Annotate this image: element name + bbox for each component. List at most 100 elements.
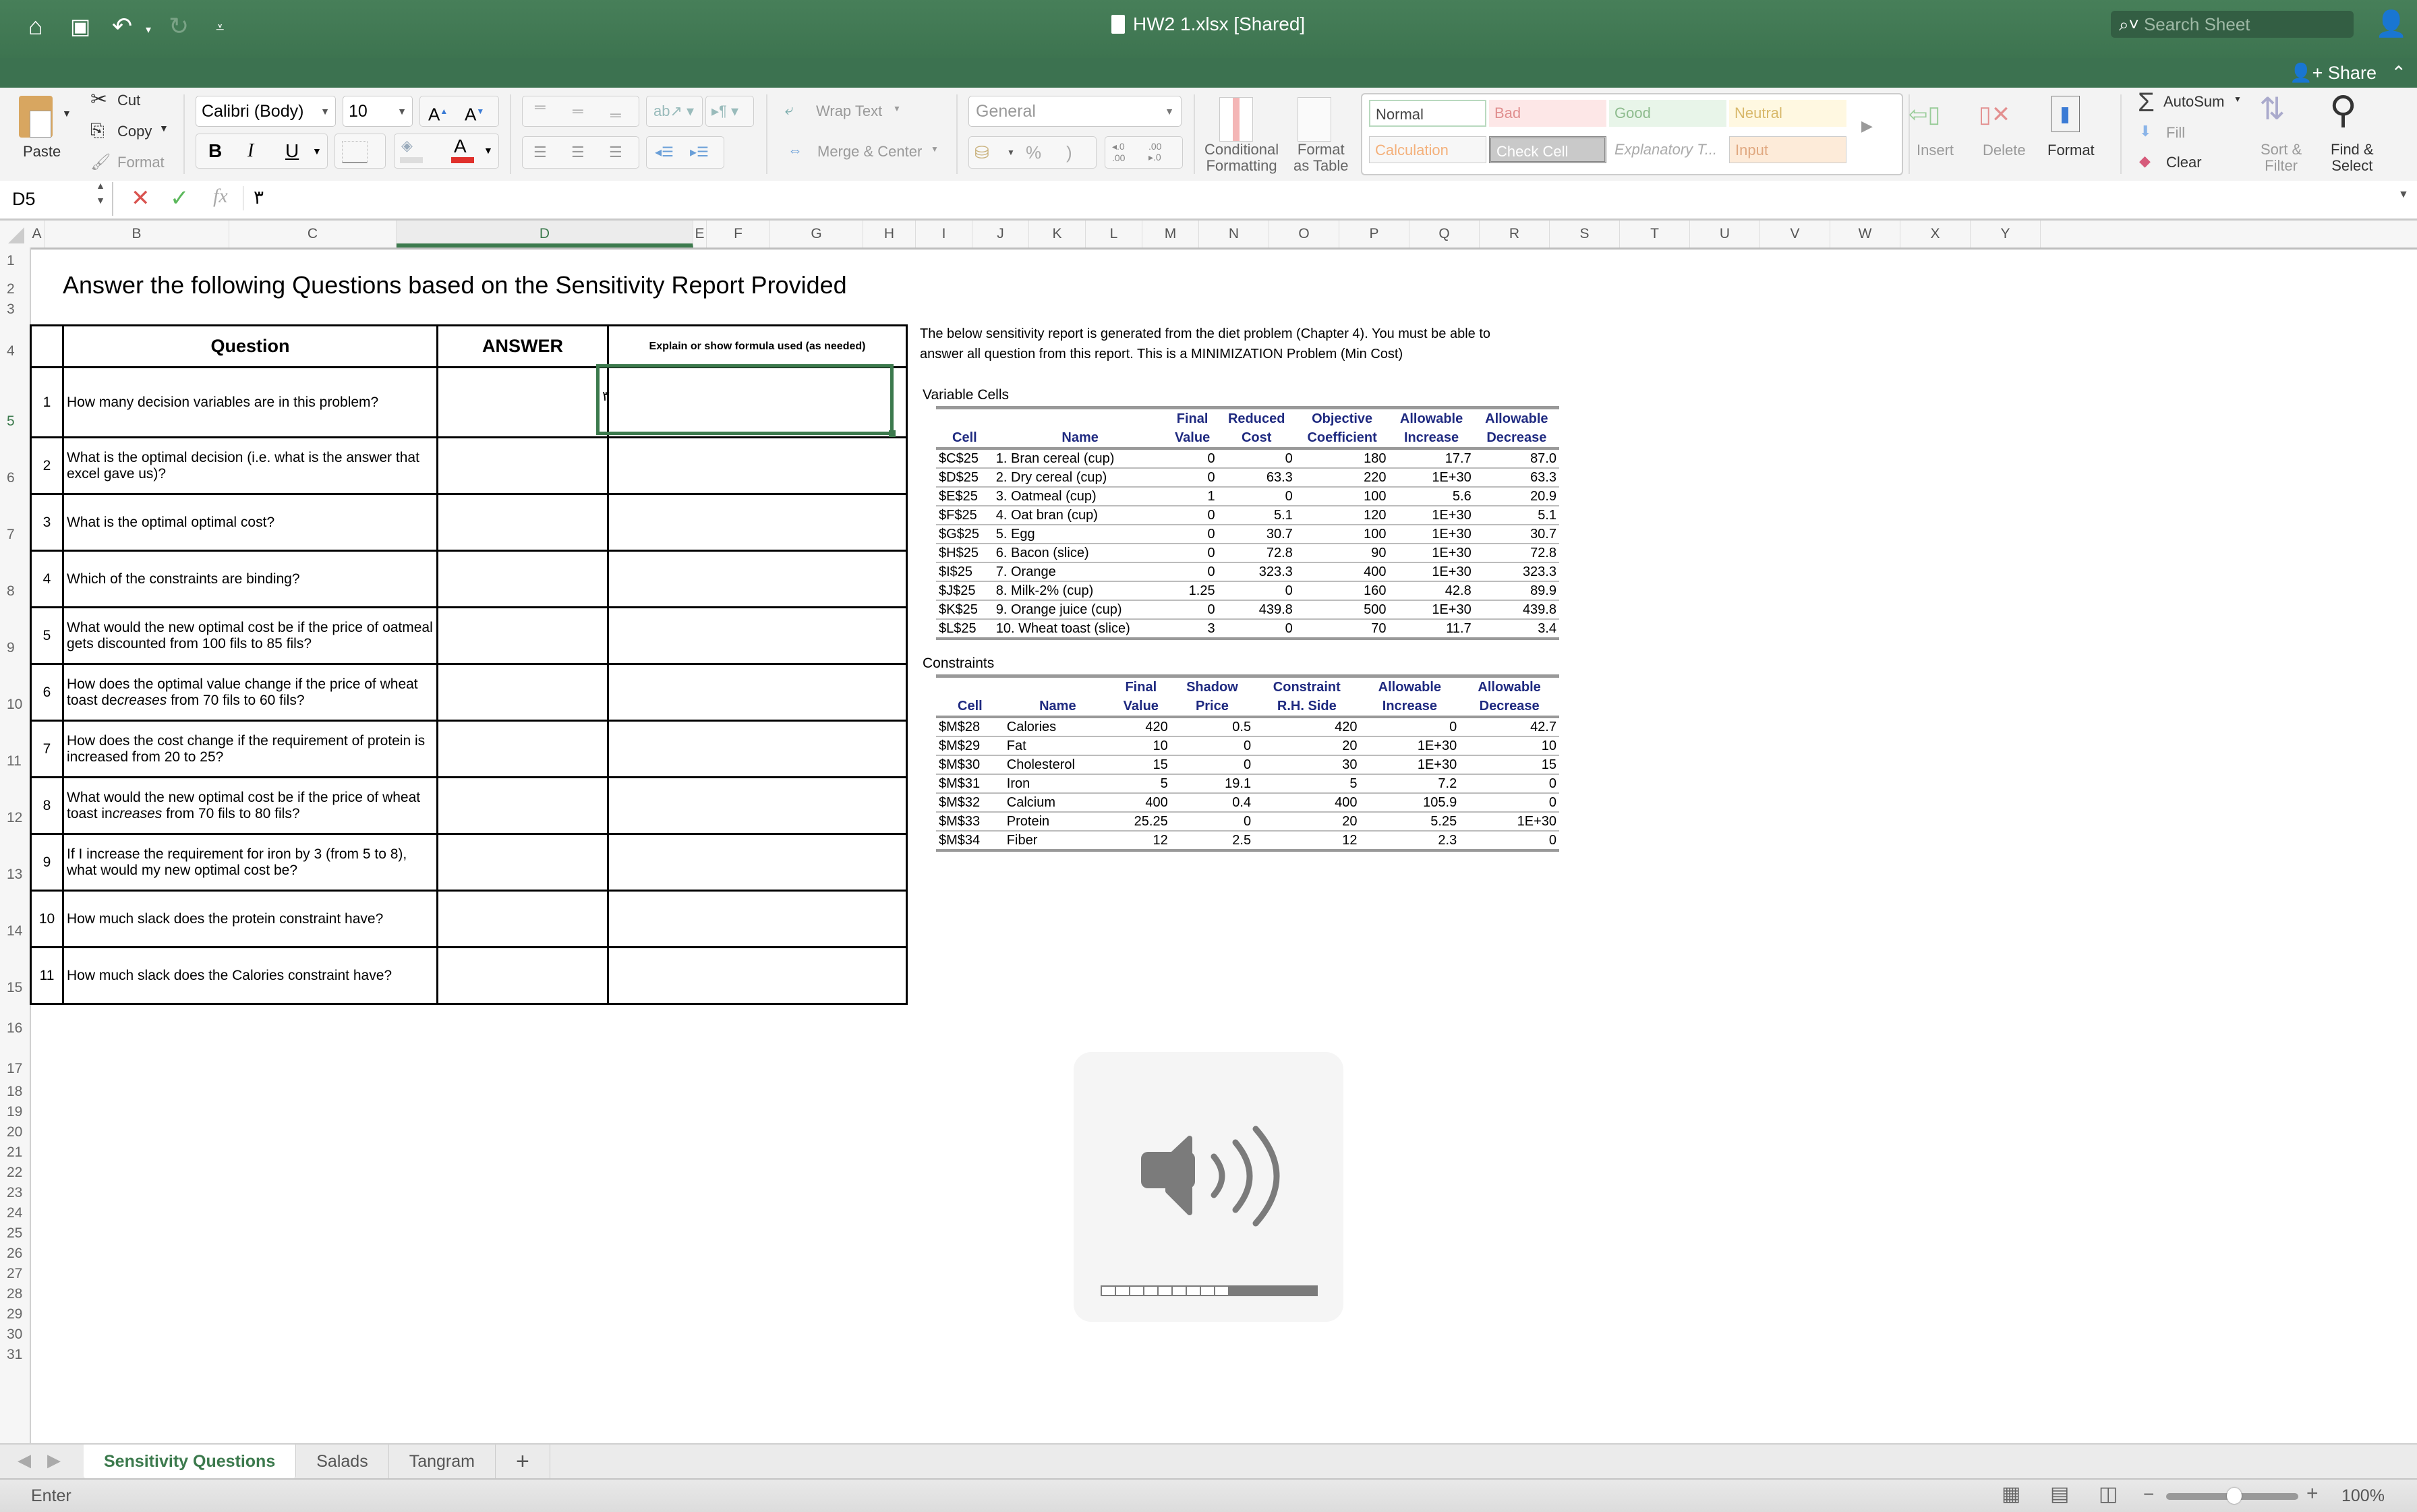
zoom-slider[interactable] bbox=[2166, 1488, 2298, 1504]
cell-style-good[interactable]: Good bbox=[1609, 100, 1726, 127]
styles-more-arrow-icon[interactable]: ▶ bbox=[1861, 117, 1873, 135]
autosum-button[interactable]: AutoSum bbox=[2163, 93, 2225, 111]
save-icon[interactable]: ▣ bbox=[70, 13, 90, 39]
row-header-17[interactable]: 17 bbox=[0, 1061, 30, 1078]
merge-dropdown-icon[interactable]: ▼ bbox=[931, 144, 939, 154]
sort-filter-button[interactable]: Sort & Filter bbox=[2261, 142, 2302, 174]
answer-cell[interactable] bbox=[436, 436, 609, 495]
orientation-button[interactable]: ab↗ ▾ bbox=[646, 96, 703, 127]
question-text[interactable]: What would the new optimal cost be if th… bbox=[62, 606, 438, 665]
row-header-16[interactable]: 16 bbox=[0, 1020, 30, 1038]
format-as-table-button[interactable]: Format as Table bbox=[1293, 142, 1349, 174]
accounting-format-icon[interactable]: ⛁ bbox=[974, 137, 989, 168]
align-center-icon[interactable]: ☰ bbox=[571, 137, 585, 168]
previous-sheet-icon[interactable]: ◀ bbox=[18, 1450, 31, 1471]
zoom-out-button[interactable]: − bbox=[2143, 1484, 2154, 1505]
column-header-c[interactable]: C bbox=[229, 221, 397, 248]
normal-view-icon[interactable]: ▦ bbox=[2002, 1482, 2020, 1506]
font-name-select[interactable]: Calibri (Body) ▼ bbox=[196, 96, 336, 127]
row-header-7[interactable]: 7 bbox=[0, 527, 30, 544]
align-left-icon[interactable]: ☰ bbox=[533, 137, 547, 168]
explain-cell[interactable] bbox=[607, 550, 908, 608]
row-header-18[interactable]: 18 bbox=[0, 1084, 30, 1101]
paste-dropdown-icon[interactable]: ▼ bbox=[62, 108, 71, 119]
borders-button[interactable] bbox=[334, 134, 386, 169]
search-sheet-input[interactable]: ⌕˅ Search Sheet bbox=[2111, 11, 2354, 38]
cancel-entry-icon[interactable]: ✕ bbox=[131, 185, 150, 212]
copy-dropdown-icon[interactable]: ▼ bbox=[159, 123, 169, 134]
answer-cell[interactable] bbox=[436, 776, 609, 835]
row-header-5[interactable]: 5 bbox=[0, 413, 30, 431]
row-header-27[interactable]: 27 bbox=[0, 1266, 30, 1283]
row-header-30[interactable]: 30 bbox=[0, 1327, 30, 1344]
home-icon[interactable]: ⌂ bbox=[28, 12, 43, 40]
font-size-select[interactable]: 10 ▼ bbox=[343, 96, 413, 127]
clear-button[interactable]: Clear bbox=[2166, 154, 2202, 171]
column-header-x[interactable]: X bbox=[1900, 221, 1971, 248]
undo-dropdown-icon[interactable]: ▾ bbox=[146, 23, 151, 36]
row-header-26[interactable]: 26 bbox=[0, 1246, 30, 1263]
insert-cells-button[interactable]: Insert bbox=[1917, 142, 1954, 159]
row-header-12[interactable]: 12 bbox=[0, 810, 30, 827]
wrap-text-dropdown-icon[interactable]: ▼ bbox=[893, 104, 901, 113]
sheet-tab-salads[interactable]: Salads bbox=[296, 1445, 389, 1478]
row-header-23[interactable]: 23 bbox=[0, 1185, 30, 1202]
row-header-21[interactable]: 21 bbox=[0, 1144, 30, 1162]
name-box[interactable]: D5 ▲ ▼ bbox=[0, 180, 113, 216]
cell-style-neutral[interactable]: Neutral bbox=[1729, 100, 1846, 127]
row-header-2[interactable]: 2 bbox=[0, 281, 30, 299]
answer-cell[interactable] bbox=[436, 890, 609, 948]
column-header-n[interactable]: N bbox=[1199, 221, 1269, 248]
explain-cell[interactable] bbox=[607, 890, 908, 948]
align-middle-icon[interactable]: ═ bbox=[573, 96, 583, 126]
column-header-h[interactable]: H bbox=[863, 221, 916, 248]
cell-style-check-cell[interactable]: Check Cell bbox=[1489, 136, 1606, 163]
underline-dropdown-icon[interactable]: ▼ bbox=[312, 134, 322, 168]
cell-style-explanatory-t[interactable]: Explanatory T... bbox=[1609, 136, 1726, 163]
add-sheet-button[interactable]: + bbox=[496, 1445, 550, 1478]
text-direction-button[interactable]: ▸¶ ▾ bbox=[705, 96, 754, 127]
row-header-8[interactable]: 8 bbox=[0, 583, 30, 601]
fill-button[interactable]: Fill bbox=[2166, 124, 2185, 142]
increase-decimal-icon[interactable]: ◂.0.00 bbox=[1112, 141, 1125, 163]
comments-person-icon[interactable]: 👤 bbox=[2375, 9, 2407, 39]
zoom-in-button[interactable]: + bbox=[2306, 1482, 2319, 1505]
wrap-text-button[interactable]: Wrap Text bbox=[816, 103, 882, 120]
sheet-tab-sensitivity-questions[interactable]: Sensitivity Questions bbox=[84, 1445, 297, 1478]
font-color-icon[interactable]: A bbox=[454, 136, 467, 157]
next-sheet-icon[interactable]: ▶ bbox=[47, 1450, 61, 1471]
question-text[interactable]: If I increase the requirement for iron b… bbox=[62, 833, 438, 892]
page-break-view-icon[interactable]: ◫ bbox=[2099, 1482, 2118, 1506]
column-header-s[interactable]: S bbox=[1550, 221, 1620, 248]
column-header-b[interactable]: B bbox=[45, 221, 229, 248]
row-header-28[interactable]: 28 bbox=[0, 1286, 30, 1304]
answer-cell[interactable] bbox=[436, 663, 609, 722]
question-text[interactable]: Which of the constraints are binding? bbox=[62, 550, 438, 608]
underline-button[interactable]: U bbox=[285, 134, 299, 168]
column-header-w[interactable]: W bbox=[1830, 221, 1900, 248]
conditional-formatting-button[interactable]: Conditional Formatting bbox=[1204, 142, 1279, 174]
question-text[interactable]: How does the cost change if the requirem… bbox=[62, 720, 438, 778]
row-header-29[interactable]: 29 bbox=[0, 1306, 30, 1324]
row-header-15[interactable]: 15 bbox=[0, 980, 30, 997]
explain-cell[interactable] bbox=[607, 946, 908, 1005]
row-header-13[interactable]: 13 bbox=[0, 867, 30, 884]
row-header-6[interactable]: 6 bbox=[0, 470, 30, 488]
row-header-3[interactable]: 3 bbox=[0, 301, 30, 319]
answer-cell[interactable] bbox=[436, 550, 609, 608]
column-header-g[interactable]: G bbox=[770, 221, 863, 248]
question-text[interactable]: How many decision variables are in this … bbox=[62, 366, 438, 438]
explain-cell[interactable] bbox=[607, 720, 908, 778]
explain-cell[interactable] bbox=[607, 833, 908, 892]
delete-cells-button[interactable]: Delete bbox=[1983, 142, 2026, 159]
column-header-r[interactable]: R bbox=[1480, 221, 1550, 248]
format-painter-button[interactable]: Format bbox=[117, 154, 165, 171]
align-right-icon[interactable]: ☰ bbox=[609, 137, 622, 168]
row-header-11[interactable]: 11 bbox=[0, 753, 30, 771]
cut-button[interactable]: Cut bbox=[117, 92, 140, 109]
italic-button[interactable]: I bbox=[247, 134, 254, 168]
sheet-tab-tangram[interactable]: Tangram bbox=[389, 1445, 496, 1478]
format-cells-button[interactable]: Format bbox=[2047, 142, 2095, 159]
collapse-ribbon-icon[interactable]: ⌃ bbox=[2391, 63, 2406, 83]
expand-formula-bar-icon[interactable]: ▼ bbox=[2398, 189, 2409, 201]
